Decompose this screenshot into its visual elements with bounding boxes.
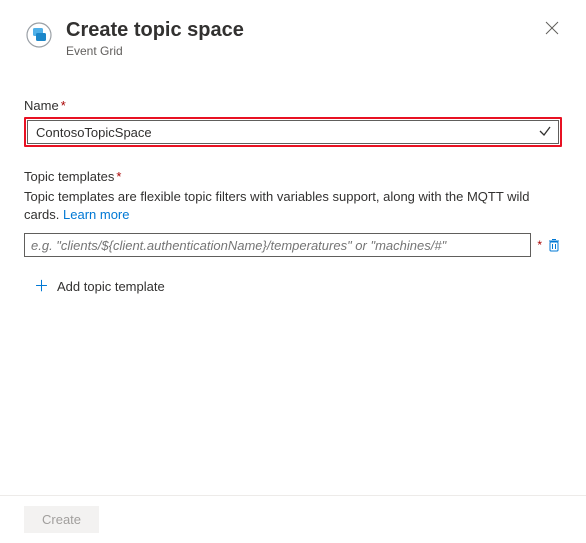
delete-template-button[interactable] xyxy=(546,237,562,253)
name-input-highlight xyxy=(24,117,562,147)
close-button[interactable] xyxy=(542,18,562,38)
add-template-label: Add topic template xyxy=(57,279,165,294)
panel-subtitle: Event Grid xyxy=(66,44,530,58)
name-input[interactable] xyxy=(34,124,538,141)
topic-space-icon xyxy=(24,20,54,50)
learn-more-link[interactable]: Learn more xyxy=(63,207,129,222)
panel-footer: Create xyxy=(0,495,586,543)
create-topic-space-panel: Create topic space Event Grid Name* xyxy=(0,0,586,543)
templates-label: Topic templates* xyxy=(24,169,562,184)
check-icon xyxy=(538,124,552,141)
panel-header: Create topic space Event Grid xyxy=(24,18,562,58)
create-button[interactable]: Create xyxy=(24,506,99,533)
template-required-indicator: * xyxy=(537,238,542,252)
topic-template-input[interactable] xyxy=(24,233,531,257)
add-topic-template-button[interactable]: ＋ Add topic template xyxy=(24,275,562,298)
plus-icon: ＋ xyxy=(34,279,49,294)
trash-icon xyxy=(547,238,561,252)
templates-description: Topic templates are flexible topic filte… xyxy=(24,188,562,223)
name-label: Name* xyxy=(24,98,562,113)
panel-title: Create topic space xyxy=(66,18,530,42)
